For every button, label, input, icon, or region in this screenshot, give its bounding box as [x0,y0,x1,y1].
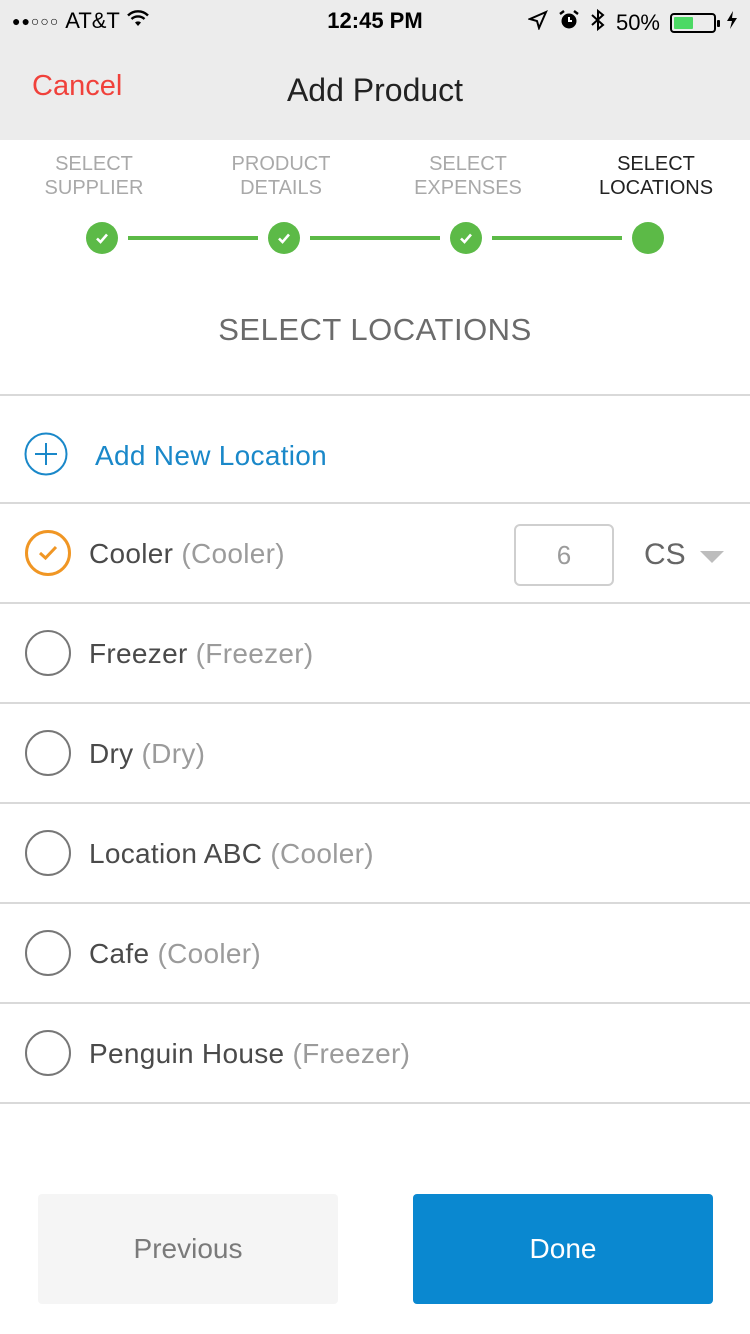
step-select-expenses: SELECT EXPENSES [378,152,558,200]
location-row-penguin-house[interactable]: Penguin House (Freezer) [0,1004,750,1104]
step-complete-check-icon [86,222,118,254]
navigation-bar: Cancel Add Product [0,40,750,140]
add-new-location-button[interactable]: Add New Location [0,396,750,502]
step-connector [128,236,258,240]
location-arrow-icon [527,10,548,36]
location-row-dry[interactable]: Dry (Dry) [0,704,750,804]
location-radio[interactable] [25,630,71,676]
section-title: SELECT LOCATIONS [218,312,532,347]
location-type: (Freezer) [292,1038,411,1069]
unit-select[interactable]: CS [644,538,686,572]
location-row-location-abc[interactable]: Location ABC (Cooler) [0,804,750,904]
location-label: Dry (Dry) [89,738,205,770]
step-current-dot [632,222,664,254]
battery-icon [670,13,720,33]
location-label: Freezer (Freezer) [89,638,314,670]
location-label: Cooler (Cooler) [89,538,285,570]
add-circle-icon [24,432,68,476]
location-radio-checked[interactable] [25,530,71,576]
chevron-down-icon[interactable] [700,551,724,563]
location-row-cooler[interactable]: Cooler (Cooler) 6 CS [0,504,750,604]
battery-percent: 50% [615,10,660,35]
done-button[interactable]: Done [413,1194,713,1304]
step-connector [492,236,622,240]
location-radio[interactable] [25,930,71,976]
location-name: Penguin House [89,1038,285,1069]
step-label-line1: SELECT [429,153,507,175]
step-label-line1: PRODUCT [231,153,331,175]
location-type: (Dry) [141,738,206,769]
location-label: Location ABC (Cooler) [89,838,374,870]
step-label-line2: DETAILS [240,177,322,199]
step-label-line1: SELECT [617,153,695,175]
location-name: Dry [89,738,134,769]
divider [0,1102,750,1104]
quantity-input[interactable]: 6 [514,524,614,586]
step-label-line2: EXPENSES [414,177,522,199]
charging-bolt-icon [726,10,738,36]
battery-level [674,17,693,29]
location-type: (Freezer) [195,638,314,669]
location-name: Cooler [89,538,174,569]
status-bar-right: 50% [527,8,738,38]
location-type: (Cooler) [181,538,285,569]
location-row-cafe[interactable]: Cafe (Cooler) [0,904,750,1004]
location-radio[interactable] [25,830,71,876]
step-complete-check-icon [450,222,482,254]
location-label: Penguin House (Freezer) [89,1038,410,1070]
step-product-details: PRODUCT DETAILS [191,152,371,200]
previous-button[interactable]: Previous [38,1194,338,1304]
step-select-supplier: SELECT SUPPLIER [4,152,184,200]
step-connector [310,236,440,240]
location-type: (Cooler) [270,838,374,869]
location-radio[interactable] [25,730,71,776]
step-label-line1: SELECT [55,153,133,175]
bluetooth-icon [590,8,606,38]
status-bar: ●●○○○ AT&T 12:45 PM 50% [0,0,750,40]
add-new-location-label: Add New Location [95,440,328,471]
location-type: (Cooler) [157,938,261,969]
alarm-icon [558,9,580,37]
step-label-line2: LOCATIONS [598,177,714,199]
location-radio[interactable] [25,1030,71,1076]
location-name: Cafe [89,938,150,969]
step-select-locations: SELECT LOCATIONS [566,152,746,200]
step-label-line2: SUPPLIER [44,177,144,199]
location-row-freezer[interactable]: Freezer (Freezer) [0,604,750,704]
location-label: Cafe (Cooler) [89,938,261,970]
location-name: Freezer [89,638,188,669]
page-title: Add Product [286,72,464,108]
location-name: Location ABC [89,838,263,869]
progress-stepper: SELECT SUPPLIER PRODUCT DETAILS SELECT E… [0,150,750,260]
step-complete-check-icon [268,222,300,254]
